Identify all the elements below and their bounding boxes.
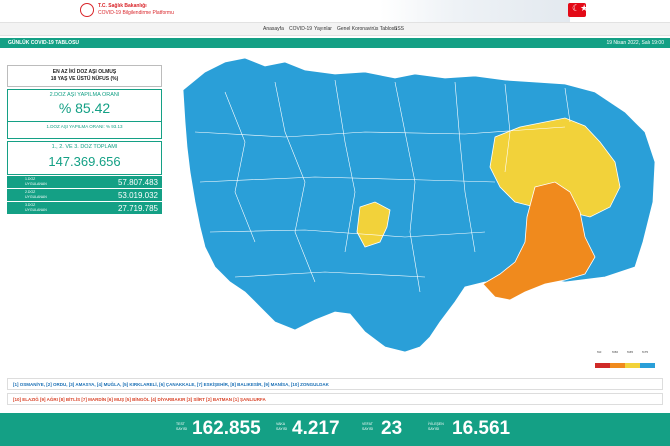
dose1-l2: UYGULANAN	[25, 182, 47, 186]
nav-covid19[interactable]: COVID-19	[289, 26, 312, 32]
headline-line2: 18 YAŞ VE ÜSTÜ NÜFUS (%)	[50, 76, 119, 82]
dose3-l1: 3.DOZ	[25, 203, 36, 207]
recovered-label2: SAYISI	[428, 427, 440, 431]
top-provinces-text: [1] OSMANİYE, [2] ORDU, [3] AMASYA, [4] …	[13, 382, 329, 387]
daily-table-titlebar: GÜNLÜK COVID-19 TABLOSU 19 Nisan 2022, S…	[0, 38, 670, 48]
dose1-rate: 1.DOZ AŞI YAPILMA ORANI: % 93.13	[8, 121, 161, 129]
vaccination-panel: EN AZ İKİ DOZ AŞI OLMUŞ 18 YAŞ VE ÜSTÜ N…	[7, 65, 162, 217]
dose3-value: 27.719.785	[117, 204, 158, 213]
dose2-l1: 2.DOZ	[25, 190, 36, 194]
legend-tick-50: %50	[612, 350, 619, 354]
nav-home[interactable]: Anasayfa	[263, 26, 284, 32]
page-title: GÜNLÜK COVID-19 TABLOSU	[8, 40, 80, 46]
dose2-rate-box: 2.DOZ AŞI YAPILMA ORANI % 85.42 1.DOZ AŞ…	[7, 89, 162, 139]
test-count: 162.855	[192, 418, 261, 439]
legend-tick-65: %65	[627, 350, 634, 354]
case-label1: VAKA	[276, 422, 286, 426]
nav-general-table[interactable]: Genel Koronavirüs Tablosu	[337, 26, 397, 32]
dose2-value: 53.019.032	[117, 191, 158, 200]
death-label2: SAYISI	[362, 427, 374, 431]
province-groups: [1] OSMANİYE, [2] ORDU, [3] AMASYA, [4] …	[7, 378, 663, 408]
recovered-label1: İYİLEŞEN	[428, 422, 444, 426]
daily-stats-bar: TEST SAYISI 162.855 VAKA SAYISI 4.217 VE…	[0, 413, 670, 446]
site-header: T.C. Sağlık Bakanlığı COVID-19 Bilgilend…	[0, 0, 670, 22]
bottom-provinces-text: [10] ELAZIĞ [9] AĞRI [8] BİTLİS [7] MARD…	[13, 397, 266, 402]
nav-publications[interactable]: Yayınlar	[314, 26, 332, 32]
dose3-l2: UYGULANAN	[25, 208, 47, 212]
header-banner-image	[380, 0, 570, 22]
total-value: 147.369.656	[48, 154, 121, 169]
dose1-l1: 1.DOZ	[25, 177, 36, 181]
death-count: 23	[381, 418, 403, 439]
ministry-name[interactable]: T.C. Sağlık Bakanlığı	[98, 3, 147, 9]
turkish-flag-icon: ☾★	[568, 3, 589, 17]
dose3-row: 3.DOZ UYGULANAN 27.719.785	[7, 202, 162, 214]
vaccination-headline: EN AZ İKİ DOZ AŞI OLMUŞ 18 YAŞ VE ÜSTÜ N…	[7, 65, 162, 87]
dose2-label: 2.DOZ AŞI YAPILMA ORANI	[49, 92, 120, 98]
legend-red	[595, 363, 610, 368]
dose2-rate: % 85.42	[58, 100, 111, 116]
bottom-provinces-row: [10] ELAZIĞ [9] AĞRI [8] BİTLİS [7] MARD…	[7, 393, 663, 405]
dose2-l2: UYGULANAN	[25, 195, 47, 199]
headline-line1: EN AZ İKİ DOZ AŞI OLMUŞ	[52, 69, 117, 75]
nav-faq[interactable]: SSS	[394, 26, 404, 32]
dose2-row: 2.DOZ UYGULANAN 53.019.032	[7, 189, 162, 201]
total-label: 1., 2. VE 3. DOZ TOPLAMI	[51, 144, 118, 150]
legend-orange	[610, 363, 625, 368]
map-legend	[595, 355, 655, 368]
recovered-count: 16.561	[452, 418, 511, 439]
test-label1: TEST	[176, 422, 185, 426]
case-label2: SAYISI	[276, 427, 288, 431]
ministry-logo-icon[interactable]	[80, 3, 94, 17]
case-count: 4.217	[292, 418, 340, 439]
legend-blue	[640, 363, 655, 368]
platform-name[interactable]: COVID-19 Bilgilendirme Platformu	[98, 10, 174, 16]
flag-glyph: ☾★	[572, 3, 589, 13]
death-label1: VEFAT	[362, 422, 373, 426]
total-doses-box: 1., 2. VE 3. DOZ TOPLAMI 147.369.656	[7, 141, 162, 175]
dose1-row: 1.DOZ UYGULANAN 57.807.483	[7, 176, 162, 188]
top-provinces-row: [1] OSMANİYE, [2] ORDU, [3] AMASYA, [4] …	[7, 378, 663, 390]
test-label2: SAYISI	[176, 427, 188, 431]
turkey-vaccination-map[interactable]	[165, 52, 665, 372]
dose1-value: 57.807.483	[117, 178, 158, 187]
legend-yellow	[625, 363, 640, 368]
legend-tick-75: %75	[642, 350, 649, 354]
legend-tick-0: %0	[597, 350, 602, 354]
main-nav: Anasayfa COVID-19 Yayınlar Genel Koronav…	[0, 22, 670, 36]
report-date: 19 Nisan 2022, Salı 19:00	[606, 40, 664, 46]
legend-ticks: %0 %50 %65 %75	[597, 350, 657, 354]
